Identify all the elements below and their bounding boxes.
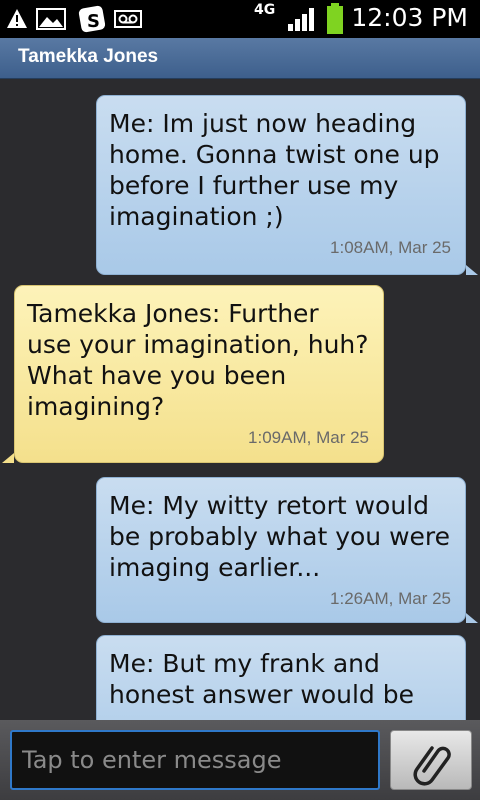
message-timestamp: 1:09AM, Mar 25 [248,428,369,447]
network-type-label: 4G [254,2,276,18]
contact-name[interactable]: Tamekka Jones [18,46,158,68]
svg-text:S: S [87,11,100,32]
message-input-box[interactable] [10,730,380,790]
message-bubble-sent[interactable]: Me: My witty retort would be probably wh… [96,477,466,623]
paperclip-icon [413,746,451,786]
message-text: Me: But my frank and honest answer would… [109,649,414,709]
message-list[interactable]: Me: Im just now heading home. Gonna twis… [0,79,480,720]
status-bar: S 4G 12:03 PM [0,0,480,38]
message-text: Me: My witty retort would be probably wh… [109,491,451,582]
attach-button[interactable] [390,730,472,790]
status-time: 12:03 PM [351,3,468,32]
bubble-tail [2,453,14,463]
app-icon: S [78,5,106,33]
message-bubble-sent[interactable]: Me: Im just now heading home. Gonna twis… [96,95,466,275]
message-bubble-sent[interactable]: Me: But my frank and honest answer would… [96,635,466,720]
message-text: Tamekka Jones: Further use your imaginat… [27,299,369,421]
voicemail-icon [114,10,142,28]
warning-icon [7,9,27,28]
bubble-tail [466,613,478,623]
message-timestamp: 1:08AM, Mar 25 [330,238,451,257]
signal-icon [288,8,314,31]
message-input[interactable] [12,732,378,788]
message-bubble-received[interactable]: Tamekka Jones: Further use your imaginat… [14,285,384,463]
picture-icon [36,8,66,30]
conversation-header: Tamekka Jones [0,38,480,79]
composer-bar [0,720,480,800]
message-text: Me: Im just now heading home. Gonna twis… [109,109,440,231]
bubble-tail [466,265,478,275]
message-timestamp: 1:26AM, Mar 25 [330,589,451,608]
battery-icon [327,3,343,34]
